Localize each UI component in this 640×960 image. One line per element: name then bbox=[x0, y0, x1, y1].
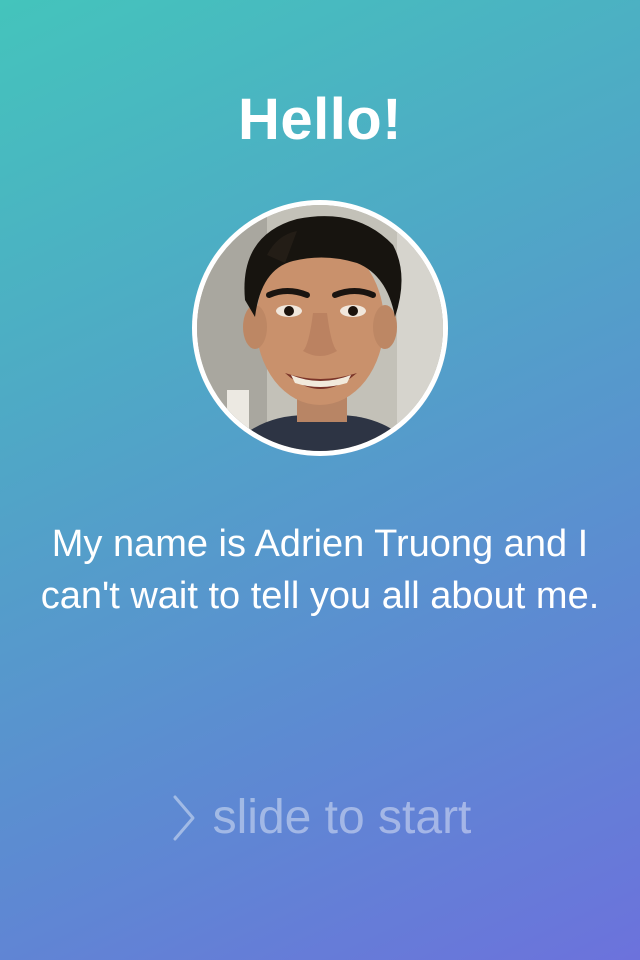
slide-to-start-control[interactable]: slide to start bbox=[0, 786, 640, 850]
profile-photo bbox=[197, 205, 443, 451]
greeting-title: Hello! bbox=[237, 87, 403, 152]
profile-photo-frame bbox=[192, 200, 448, 456]
slide-to-start-label: slide to start bbox=[212, 791, 472, 844]
intro-text: My name is Adrien Truong and I can't wai… bbox=[40, 523, 600, 617]
welcome-screen: Hello! My name is Adrien Truong and I ca… bbox=[0, 0, 640, 960]
chevron-right-icon bbox=[169, 793, 199, 843]
